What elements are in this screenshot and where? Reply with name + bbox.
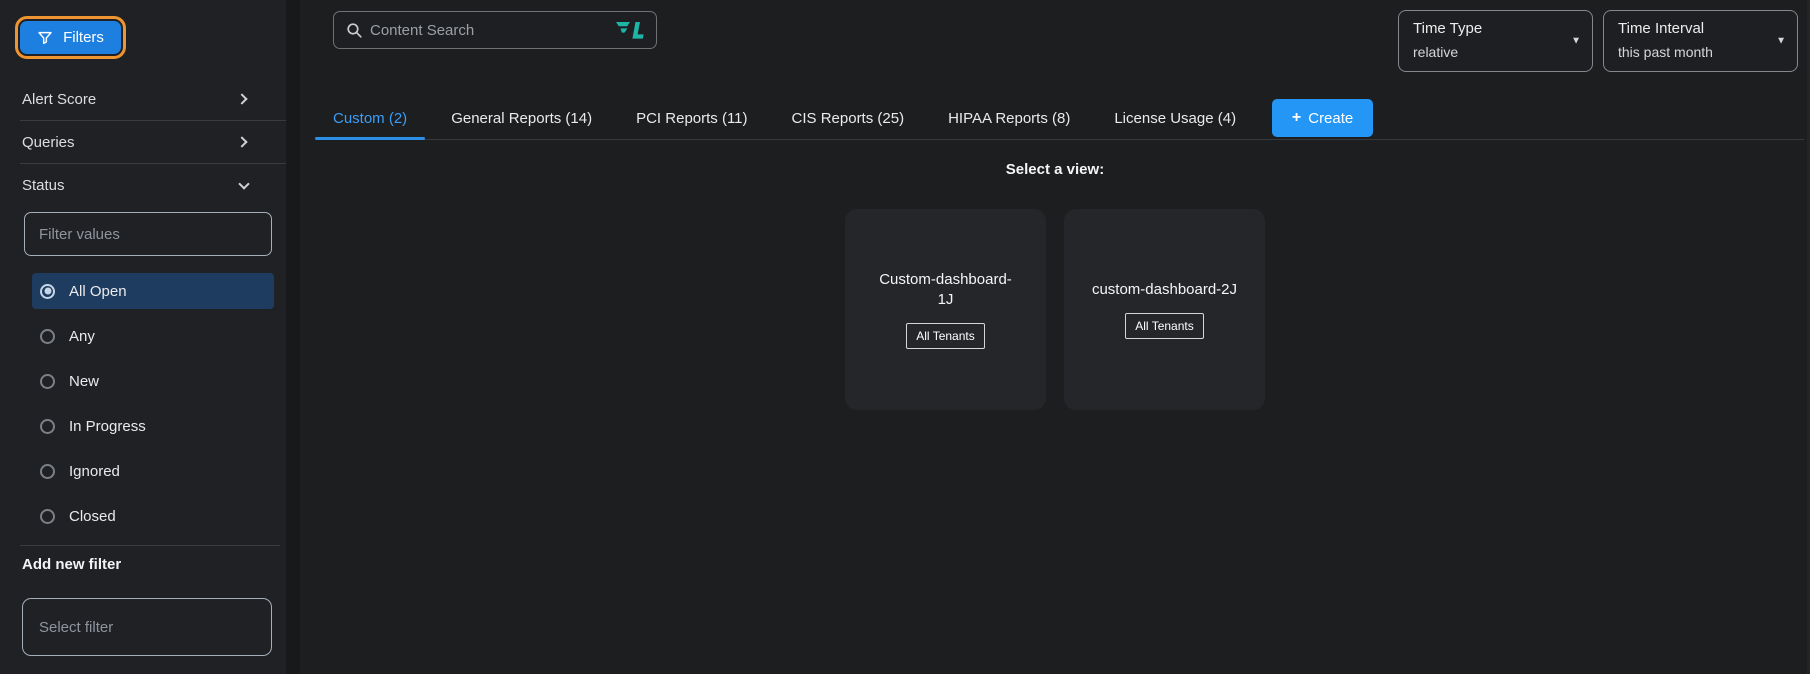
sidebar-section-queries[interactable]: Queries — [20, 121, 286, 164]
status-option-any[interactable]: Any — [32, 318, 274, 354]
filters-sidebar: Filters Alert Score Queries Status All O… — [0, 0, 286, 674]
content-search-box — [333, 11, 657, 49]
time-interval-value: this past month — [1618, 44, 1767, 60]
content-search-input[interactable] — [370, 22, 608, 39]
create-button-label: Create — [1308, 110, 1353, 127]
plus-icon: + — [1292, 109, 1301, 127]
tab-license-usage[interactable]: License Usage (4) — [1114, 97, 1236, 140]
report-tabs: Custom (2) General Reports (14) PCI Repo… — [333, 97, 1804, 140]
status-option-all-open[interactable]: All Open — [32, 273, 274, 309]
tenant-badge: All Tenants — [906, 323, 984, 349]
status-option-ignored[interactable]: Ignored — [32, 453, 274, 489]
add-new-filter-heading: Add new filter — [22, 556, 121, 573]
time-type-dropdown[interactable]: Time Type relative ▼ — [1398, 10, 1593, 72]
section-label: Alert Score — [22, 91, 96, 108]
status-option-closed[interactable]: Closed — [32, 498, 274, 534]
dropdown-arrow-icon: ▼ — [1571, 36, 1581, 47]
status-option-in-progress[interactable]: In Progress — [32, 408, 274, 444]
time-interval-label: Time Interval — [1618, 20, 1767, 37]
tab-cis-reports[interactable]: CIS Reports (25) — [792, 97, 905, 140]
brand-logo-icon — [616, 20, 646, 41]
status-option-label: All Open — [69, 283, 127, 300]
time-interval-dropdown[interactable]: Time Interval this past month ▼ — [1603, 10, 1798, 72]
filter-values-input[interactable] — [24, 212, 272, 256]
radio-icon — [40, 464, 55, 479]
radio-icon — [40, 509, 55, 524]
status-option-label: Closed — [69, 508, 116, 525]
sidebar-scrollbar-gutter[interactable] — [286, 0, 300, 674]
select-filter-input[interactable] — [22, 598, 272, 656]
radio-icon — [40, 284, 55, 299]
time-type-label: Time Type — [1413, 20, 1562, 37]
status-option-label: In Progress — [69, 418, 146, 435]
section-label: Queries — [22, 134, 75, 151]
time-controls: Time Type relative ▼ Time Interval this … — [1398, 10, 1798, 72]
tab-hipaa-reports[interactable]: HIPAA Reports (8) — [948, 97, 1070, 140]
app-window: Filters Alert Score Queries Status All O… — [0, 0, 1810, 674]
status-option-label: Any — [69, 328, 95, 345]
status-option-label: New — [69, 373, 99, 390]
dashboard-card-1[interactable]: Custom-dashboard-1J All Tenants — [845, 209, 1046, 410]
status-option-label: Ignored — [69, 463, 120, 480]
sidebar-section-status[interactable]: Status — [0, 164, 286, 207]
chevron-right-icon — [236, 93, 247, 104]
filters-button-label: Filters — [63, 29, 104, 46]
status-options-list: All Open Any New In Progress Ignored Clo… — [32, 273, 274, 543]
radio-icon — [40, 329, 55, 344]
dashboard-card-title: custom-dashboard-2J — [1092, 280, 1237, 300]
section-label: Status — [22, 177, 65, 194]
create-button[interactable]: + Create — [1272, 99, 1373, 137]
chevron-down-icon — [238, 178, 249, 189]
sidebar-section-alert-score[interactable]: Alert Score — [20, 78, 286, 121]
dashboard-cards: Custom-dashboard-1J All Tenants custom-d… — [300, 209, 1810, 410]
radio-icon — [40, 419, 55, 434]
tab-custom[interactable]: Custom (2) — [333, 97, 407, 140]
tab-general-reports[interactable]: General Reports (14) — [451, 97, 592, 140]
dashboard-card-2[interactable]: custom-dashboard-2J All Tenants — [1064, 209, 1265, 410]
search-icon — [346, 22, 363, 39]
sidebar-divider — [20, 545, 280, 546]
filters-button[interactable]: Filters — [20, 21, 121, 54]
funnel-icon — [37, 30, 53, 46]
filter-sections: Alert Score Queries Status — [0, 78, 286, 207]
tenant-badge: All Tenants — [1125, 313, 1203, 339]
tab-pci-reports[interactable]: PCI Reports (11) — [636, 97, 747, 140]
status-option-new[interactable]: New — [32, 363, 274, 399]
main-content: Time Type relative ▼ Time Interval this … — [300, 0, 1810, 674]
select-view-heading: Select a view: — [300, 161, 1810, 178]
dashboard-card-title: Custom-dashboard-1J — [872, 270, 1020, 311]
time-type-value: relative — [1413, 44, 1562, 60]
chevron-right-icon — [236, 136, 247, 147]
radio-icon — [40, 374, 55, 389]
dropdown-arrow-icon: ▼ — [1776, 36, 1786, 47]
